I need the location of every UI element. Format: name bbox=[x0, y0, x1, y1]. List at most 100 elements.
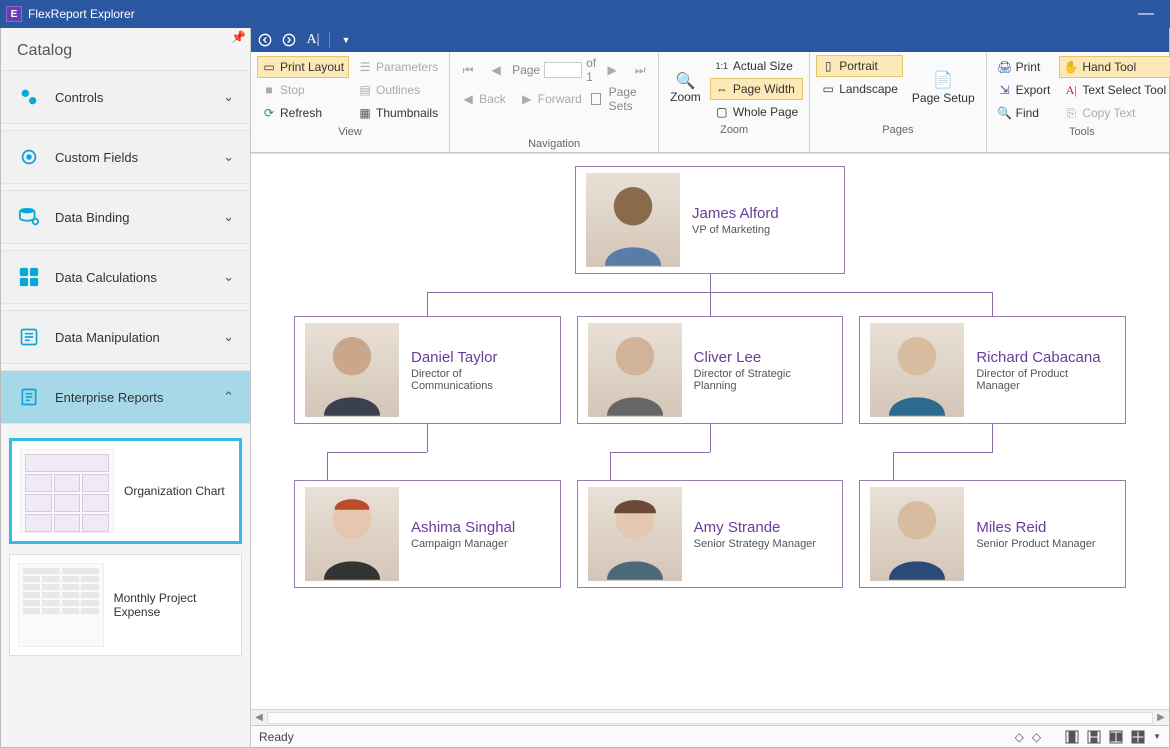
back-icon: ◀ bbox=[461, 92, 475, 106]
minimize-button[interactable]: — bbox=[1128, 5, 1164, 23]
horizontal-scrollbar[interactable]: ◀ ▶ bbox=[251, 709, 1169, 725]
pin-icon[interactable]: 📌 bbox=[231, 30, 246, 44]
chevron-down-icon: ⌄ bbox=[223, 329, 234, 345]
view-continuous-button[interactable] bbox=[1087, 730, 1101, 744]
person-title: Senior Product Manager bbox=[976, 538, 1095, 550]
forward-icon: ▶ bbox=[520, 92, 534, 106]
org-card: Daniel TaylorDirector of Communications bbox=[294, 316, 561, 424]
avatar bbox=[870, 487, 964, 581]
chevron-up-icon: ⌃ bbox=[223, 389, 234, 405]
thumb-label: Monthly Project Expense bbox=[114, 591, 233, 619]
qat-text-select-button[interactable]: A| bbox=[303, 30, 323, 50]
text-select-button[interactable]: A|Text Select Tool bbox=[1059, 79, 1170, 101]
outlines-button[interactable]: ▤Outlines bbox=[353, 79, 443, 101]
person-name: Amy Strande bbox=[694, 519, 816, 536]
zoom-button[interactable]: 🔍 Zoom bbox=[665, 71, 706, 107]
nav-forward-button[interactable]: ▶Forward bbox=[515, 88, 587, 110]
qat-back-button[interactable] bbox=[255, 30, 275, 50]
print-icon: 🖨 bbox=[998, 60, 1012, 74]
page-input[interactable] bbox=[544, 62, 582, 78]
copy-text-button[interactable]: ⎘Copy Text bbox=[1059, 102, 1170, 124]
sidebar-item-data-calculations[interactable]: Data Calculations ⌄ bbox=[1, 250, 250, 304]
find-button[interactable]: 🔍Find bbox=[993, 102, 1056, 124]
last-page-icon: ⏭ bbox=[633, 63, 647, 77]
avatar bbox=[870, 323, 964, 417]
page-of-label: of 1 bbox=[586, 56, 596, 84]
group-label: Navigation bbox=[456, 136, 652, 150]
scroll-right-icon[interactable]: ▶ bbox=[1153, 712, 1169, 723]
view-dropdown-icon[interactable]: ▼ bbox=[1153, 732, 1161, 741]
text-select-icon: A| bbox=[1064, 83, 1078, 97]
whole-page-icon: ▢ bbox=[715, 105, 729, 119]
nav-diamond-next-icon[interactable]: ◇ bbox=[1032, 730, 1041, 744]
portrait-button[interactable]: ▯Portrait bbox=[816, 55, 903, 77]
chevron-down-icon: ⌄ bbox=[223, 269, 234, 285]
sidebar-item-controls[interactable]: Controls ⌄ bbox=[1, 70, 250, 124]
page-label: Page bbox=[512, 63, 540, 77]
refresh-button[interactable]: ⟳Refresh bbox=[257, 102, 349, 124]
page-width-icon: ⇔ bbox=[715, 82, 729, 96]
next-page-button[interactable]: ▶ bbox=[600, 59, 624, 81]
prev-page-icon: ◀ bbox=[489, 63, 503, 77]
org-card: Amy StrandeSenior Strategy Manager bbox=[577, 480, 844, 588]
sidebar-item-custom-fields[interactable]: Custom Fields ⌄ bbox=[1, 130, 250, 184]
next-page-icon: ▶ bbox=[605, 63, 619, 77]
report-thumb-monthly-expense[interactable]: Monthly Project Expense bbox=[9, 554, 242, 656]
landscape-button[interactable]: ▭Landscape bbox=[816, 78, 903, 100]
connector bbox=[294, 424, 1126, 480]
page-sets-checkbox[interactable] bbox=[591, 93, 601, 105]
export-button[interactable]: ⇲Export bbox=[993, 79, 1056, 101]
sidebar: 📌 Catalog Controls ⌄ Custom Fields ⌄ Dat… bbox=[1, 28, 251, 747]
print-layout-button[interactable]: ▭Print Layout bbox=[257, 56, 349, 78]
view-grid-button[interactable] bbox=[1131, 730, 1145, 744]
nav-diamond-prev-icon[interactable]: ◇ bbox=[1015, 730, 1024, 744]
sidebar-item-label: Controls bbox=[55, 90, 103, 105]
gear-icon bbox=[17, 145, 41, 169]
sidebar-item-label: Custom Fields bbox=[55, 150, 138, 165]
last-page-button[interactable]: ⏭ bbox=[628, 59, 652, 81]
page-width-button[interactable]: ⇔Page Width bbox=[710, 78, 803, 100]
prev-page-button[interactable]: ◀ bbox=[484, 59, 508, 81]
catalog-heading: Catalog bbox=[1, 28, 250, 70]
database-icon bbox=[17, 205, 41, 229]
hand-tool-button[interactable]: ✋Hand Tool bbox=[1059, 56, 1170, 78]
person-title: Director of Product Manager bbox=[976, 368, 1106, 392]
scroll-left-icon[interactable]: ◀ bbox=[251, 712, 267, 723]
sidebar-item-data-manipulation[interactable]: Data Manipulation ⌄ bbox=[1, 310, 250, 364]
thumbnails-button[interactable]: ▦Thumbnails bbox=[353, 102, 443, 124]
person-name: Richard Cabacana bbox=[976, 349, 1106, 366]
print-layout-icon: ▭ bbox=[262, 60, 276, 74]
person-title: Campaign Manager bbox=[411, 538, 515, 550]
person-title: Director of Communications bbox=[411, 368, 541, 392]
qat-dropdown-button[interactable]: ▼ bbox=[336, 30, 356, 50]
ribbon-group-zoom: 🔍 Zoom 1:1Actual Size ⇔Page Width ▢Whole… bbox=[659, 52, 810, 152]
person-name: James Alford bbox=[692, 205, 779, 222]
page-setup-button[interactable]: 📄 Page Setup bbox=[907, 70, 980, 108]
parameters-button[interactable]: ☰Parameters bbox=[353, 56, 443, 78]
sidebar-item-label: Data Manipulation bbox=[55, 330, 160, 345]
sidebar-item-enterprise-reports[interactable]: Enterprise Reports ⌃ bbox=[1, 370, 250, 424]
chevron-down-icon: ⌄ bbox=[223, 209, 234, 225]
nav-back-button[interactable]: ◀Back bbox=[456, 88, 511, 110]
view-single-page-button[interactable] bbox=[1065, 730, 1079, 744]
stop-button[interactable]: ■Stop bbox=[257, 79, 349, 101]
report-viewer[interactable]: James Alford VP of Marketing Daniel Tayl… bbox=[251, 153, 1169, 709]
whole-page-button[interactable]: ▢Whole Page bbox=[710, 101, 803, 123]
group-label: View bbox=[257, 124, 443, 138]
first-page-button[interactable]: ⏮ bbox=[456, 59, 480, 81]
qat-forward-button[interactable] bbox=[279, 30, 299, 50]
org-row-mid: Daniel TaylorDirector of Communications … bbox=[294, 316, 1126, 424]
avatar bbox=[588, 487, 682, 581]
avatar bbox=[305, 323, 399, 417]
report-thumb-org-chart[interactable]: Organization Chart bbox=[9, 438, 242, 544]
ribbon: ▭Print Layout ■Stop ⟳Refresh ☰Parameters… bbox=[251, 52, 1169, 153]
print-button[interactable]: 🖨Print bbox=[993, 56, 1056, 78]
chevron-down-icon: ⌄ bbox=[223, 89, 234, 105]
sidebar-item-label: Enterprise Reports bbox=[55, 390, 163, 405]
sidebar-item-data-binding[interactable]: Data Binding ⌄ bbox=[1, 190, 250, 244]
org-card: Ashima SinghalCampaign Manager bbox=[294, 480, 561, 588]
thumbnails-icon: ▦ bbox=[358, 106, 372, 120]
actual-size-button[interactable]: 1:1Actual Size bbox=[710, 55, 803, 77]
stop-icon: ■ bbox=[262, 83, 276, 97]
view-two-page-button[interactable] bbox=[1109, 730, 1123, 744]
